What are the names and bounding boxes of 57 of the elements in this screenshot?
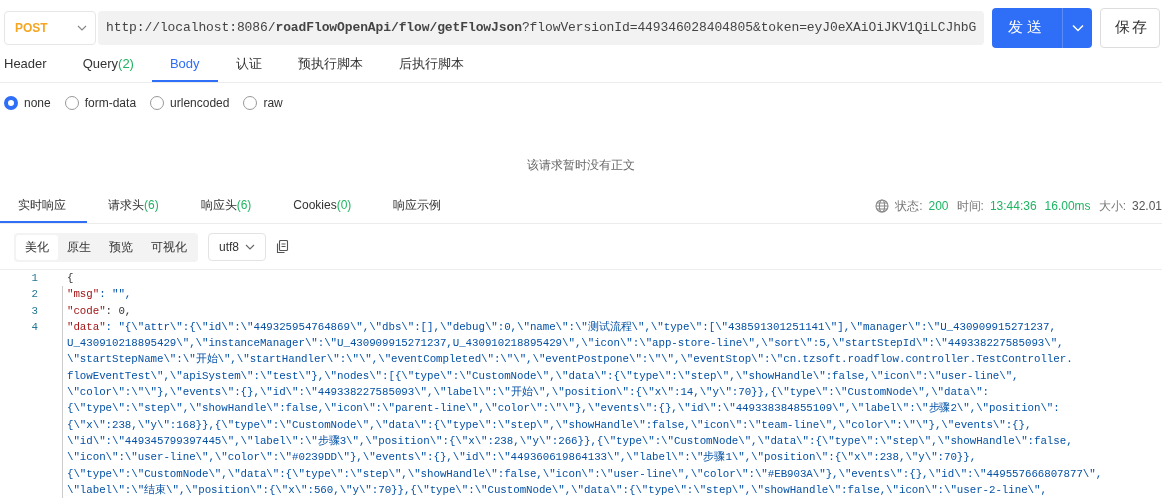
line-number: 2 — [30, 287, 38, 303]
code-line: "code": 0, — [62, 302, 132, 319]
duration: 16.00ms — [1044, 199, 1091, 213]
request-tab[interactable]: 认证 — [217, 48, 280, 82]
radio-label[interactable]: raw — [263, 96, 283, 110]
status-label: 状态: — [895, 197, 923, 215]
code-line: flowEventTest\",\"apiSystem\":\"test\"},\"nodes\":[{\"type\":\"CustomNode\",\"data\":{\"type\":\"step\",\"showHandle\":false,\"icon\":\"user-line\", — [62, 367, 1019, 385]
view-mode-tab[interactable]: 美化 — [16, 234, 58, 260]
chevron-down-icon — [1071, 23, 1084, 32]
code-line: \"color\":\"\"},\"events\":{},\"id\":\"449338227585093\",\"label\":\"开始\",\"position\":{\"x\":14,\"y\":70}},{\"type\":\"CustomNode\",\"data\": — [62, 384, 989, 401]
code-line: {\"x\":238,\"y\":168}},{\"type\":\"CustomNode\",\"data\":{\"type\":\"step\",\"showHandle\":false,\"icon\":\"team-line\",\"color\":\"\"},\"events\":{}, — [62, 416, 1032, 433]
request-tab[interactable]: 预执行脚本 — [279, 48, 381, 82]
request-tab[interactable]: 后执行脚本 — [380, 48, 482, 82]
code-line: U_430910218895429\",\"instanceManager\":\"U_430909915271237,U_430910218895429\",\"icon\":\"app-store-line\",\"sort\":5,\"startStepId\":\"449338227585093\", — [62, 335, 1064, 352]
view-mode-tab[interactable]: 原生 — [58, 234, 100, 260]
line-number: 4 — [30, 319, 38, 335]
code-line: \"label\":\"结束\",\"position\":{\"x\":560,\"y\":70}},{\"type\":\"CustomNode\",\"data\":{\"type\":\"step\",\"showHandle\":false,\"icon\":\"user-2-line\", — [62, 481, 1047, 499]
encoding-label: utf8 — [219, 240, 239, 254]
code-line: "data": "{\"attr\":{\"id\":\"449325954764869\",\"dbs\":[],\"debug\":0,\"name\":\"测试流程\",\"type\":[\"438591301251141\"],\"manager\":\"U_430909915271237, — [62, 318, 1056, 336]
status-code: 200 — [928, 199, 949, 213]
request-tab[interactable]: Body — [151, 48, 218, 82]
radio-button[interactable] — [4, 96, 18, 110]
size-label: 大小: — [1098, 197, 1126, 215]
line-number: 3 — [30, 303, 38, 319]
url-field[interactable]: http://localhost:8086/roadFlowOpenApi/flow/getFlowJson?flowVersionId=449346028404805&token=eyJ0eXAiOiJKV1QiLCJhbG — [98, 10, 984, 45]
response-tab[interactable]: Cookies(0) — [272, 189, 373, 223]
copy-icon[interactable] — [276, 240, 289, 254]
view-mode-tab[interactable]: 可视化 — [142, 234, 196, 260]
code-line: { — [66, 271, 74, 286]
time-label: 时间: — [956, 197, 984, 215]
radio-label[interactable]: urlencoded — [170, 96, 230, 110]
save-button[interactable]: 保存 — [1100, 7, 1160, 48]
send-button[interactable]: 发送 — [992, 7, 1062, 48]
code-line: {\"type\":\"step\",\"showHandle\":false,\"icon\":\"parent-line\",\"color\":\"\"},\"events\":{},\"id\":\"449338384855109\",\"label\":\"步骤2\",\"position\": — [62, 400, 1060, 417]
request-tab[interactable]: Query(2) — [64, 48, 152, 82]
response-size: 32.01 — [1131, 199, 1162, 213]
code-line: \"id\":\"449345799397445\",\"label\":\"步骤3\",\"position\":{\"x\":238,\"y\":266}},{\"type\":\"CustomNode\",\"data\":{\"type\":\"step\",\"showHandle\":false, — [62, 432, 1073, 450]
chevron-down-icon — [77, 24, 87, 31]
response-tab[interactable]: 实时响应 — [0, 189, 87, 223]
view-mode-tab[interactable]: 预览 — [100, 234, 142, 260]
code-line: "msg": "", — [62, 286, 132, 303]
chevron-down-icon — [245, 244, 255, 250]
response-tab[interactable]: 请求头(6) — [87, 189, 180, 223]
encoding-select[interactable]: utf8 — [208, 233, 266, 261]
code-line: {\"type\":\"CustomNode\",\"data\":{\"type\":\"step\",\"showHandle\":false,\"icon\":\"user-line\",\"color\":\"#EB903A\"},\"events\":{},\"id\":\"449557666807877\", — [62, 465, 1103, 482]
response-tab[interactable]: 响应头(6) — [179, 189, 273, 223]
code-line: \"icon\":\"user-line\",\"color\":\"#0239DD\"},\"events\":{},\"id\":\"449360619864133\",\"label\":\"步骤1\",\"position\":{\"x\":238,\"y\":70}}, — [62, 449, 977, 466]
code-line: \"startStepName\":\"开始\",\"startHandler\":\"\",\"eventCompleted\":\"\",\"eventPostpone\":\"\",\"eventStop\":\"cn.tzsoft.roadflow.controller.TestController. — [62, 351, 1073, 368]
response-time: 13:44:36 — [989, 199, 1037, 213]
radio-label[interactable]: none — [24, 96, 51, 110]
empty-body-message: 该请求暂时没有正文 — [527, 156, 635, 174]
globe-icon — [875, 199, 890, 213]
line-number: 1 — [30, 271, 38, 286]
request-tab[interactable]: Header — [0, 48, 65, 82]
send-dropdown-button[interactable] — [1062, 7, 1092, 48]
radio-label[interactable]: form-data — [84, 96, 137, 110]
response-tab[interactable]: 响应示例 — [372, 189, 463, 223]
